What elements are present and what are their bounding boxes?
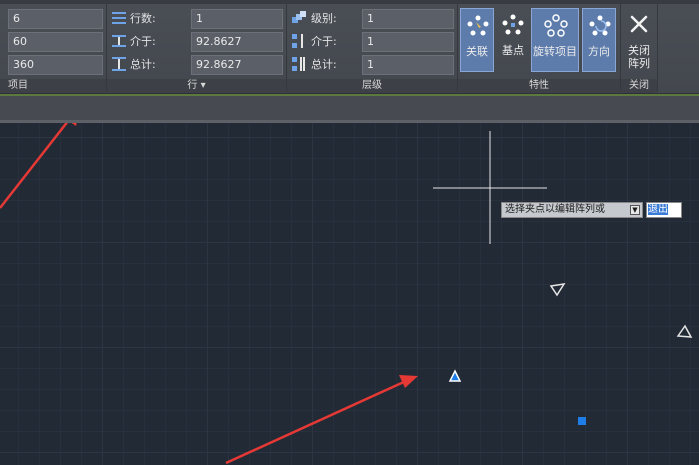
basepoint-button[interactable]: 基点 [496,8,530,72]
rows-between-label: 介于: [130,35,156,48]
row-spacing-icon [112,35,126,47]
rows-total-field[interactable]: 92.8627 [191,55,283,75]
levels-icon [292,11,306,23]
levels-between-field[interactable]: 1 [362,32,454,52]
close-icon [630,15,648,33]
level-spacing-icon [292,34,303,48]
array-item-triangle[interactable] [676,324,693,338]
prompt-options-dropdown[interactable]: ▼ [630,205,640,215]
direction-button[interactable]: 方向 [582,8,616,72]
levels-total-label: 总计: [311,58,337,71]
level-total-icon [292,57,305,71]
associative-label: 关联 [466,45,488,58]
basepoint-label: 基点 [502,44,524,57]
dynamic-input-prompt: 选择夹点以编辑阵列或 ▼ [501,202,643,218]
rows-label: 行数: [130,12,156,25]
close-array-button[interactable]: 关闭 阵列 [622,8,656,72]
levels-label: 级别: [311,12,337,25]
levels-total-field[interactable]: 1 [362,55,454,75]
items-fill-field[interactable]: 360 [8,55,103,75]
basepoint-icon [502,14,524,35]
levels-between-label: 介于: [311,35,337,48]
drawing-canvas[interactable] [0,123,699,465]
command-input-field[interactable]: 退出 [646,202,682,218]
associative-icon [467,15,489,36]
grip-square[interactable] [578,417,586,425]
rotate-items-icon [544,14,568,37]
close-array-label: 关闭 阵列 [628,44,650,70]
levels-count-field[interactable]: 1 [362,9,454,29]
direction-label: 方向 [588,45,610,58]
selected-input-text: 退出 [648,204,668,215]
associative-button[interactable]: 关联 [460,8,494,72]
items-panel-title: 项目 [0,79,106,93]
annotation-arrow [0,123,69,209]
canvas-overlay [0,123,693,465]
close-panel-title: 关闭 [621,79,657,93]
annotation-arrow [225,379,407,465]
panel-divider [657,4,658,92]
properties-panel-title: 特性 [458,79,620,93]
rows-total-label: 总计: [130,58,156,71]
rotate-items-button[interactable]: 旋转项目 [531,8,579,72]
rows-panel-title[interactable]: 行 ▾ [107,79,286,93]
array-item-triangle[interactable] [549,283,566,297]
row-total-icon [112,57,126,71]
base-grip-triangle[interactable] [448,369,462,382]
direction-icon [589,15,611,36]
rows-count-field[interactable]: 1 [191,9,283,29]
annotation-arrowhead [399,375,418,388]
prompt-text: 选择夹点以编辑阵列或 [505,204,605,215]
items-between-field[interactable]: 60 [8,32,103,52]
levels-panel-title: 层级 [287,79,457,93]
rows-icon [112,12,126,24]
rows-between-field[interactable]: 92.8627 [191,32,283,52]
array-ribbon: 6 60 360 项目 行数: 介于: 总计: 1 92.8627 92.862… [0,0,699,94]
items-count-field[interactable]: 6 [8,9,103,29]
file-tab-bar [0,94,699,120]
ribbon-tab-strip [0,0,699,4]
rotate-items-label: 旋转项目 [533,45,577,58]
